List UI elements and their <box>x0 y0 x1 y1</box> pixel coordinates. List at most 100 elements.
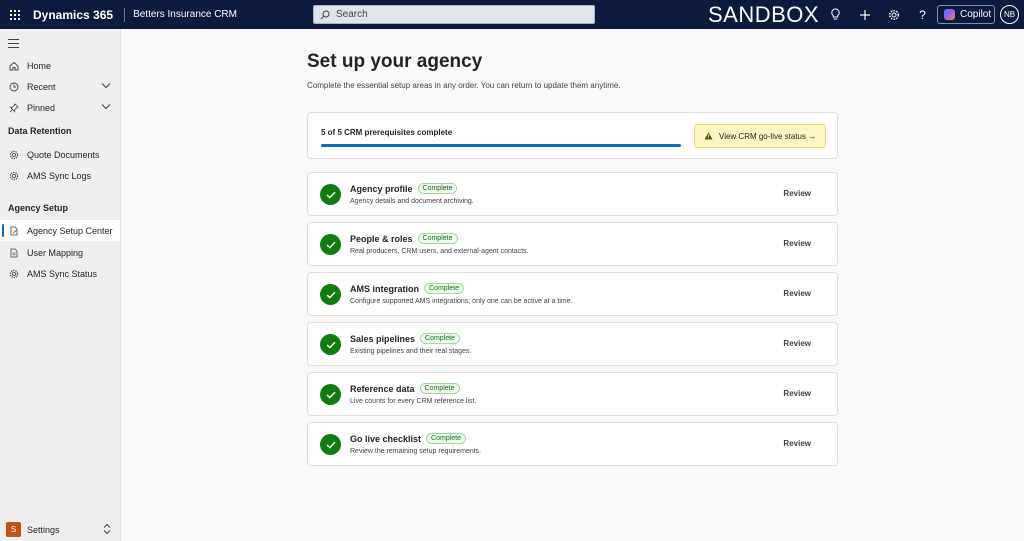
chevron-down-icon[interactable] <box>101 103 111 110</box>
status-badge: Complete <box>420 333 460 344</box>
step-title-row: AMS integration Complete <box>350 283 464 294</box>
environment-label: SANDBOX <box>708 2 820 27</box>
progress-bar-fill <box>321 144 681 147</box>
status-badge: Complete <box>417 183 458 194</box>
status-badge: Complete <box>426 433 467 444</box>
page-title: Set up your agency <box>307 51 483 72</box>
setup-step-card: Go live checklist Complete Review the rema… <box>307 422 838 466</box>
go-live-status-button[interactable]: View CRM go-live status → <box>694 124 826 148</box>
progress-bar <box>321 144 681 147</box>
step-title-row: Sales pipelines Complete <box>350 333 460 344</box>
step-description: Configure supported AMS integrations; on… <box>350 298 573 305</box>
setup-step-card: AMS integration Complete Configure support… <box>307 272 838 316</box>
setup-step-card: People & roles Complete Real producers, CR… <box>307 222 838 266</box>
step-description: Existing pipelines and their real stages… <box>350 348 472 355</box>
group-label-data-retention: Data Retention <box>8 126 72 136</box>
search-placeholder: Search <box>336 9 368 20</box>
status-badge: Complete <box>419 383 460 394</box>
sidebar-item-pinned[interactable]: Pinned <box>0 97 120 118</box>
area-switcher[interactable]: S Settings <box>0 518 120 541</box>
status-badge: Complete <box>424 283 464 294</box>
sidebar-item-label: AMS Sync Logs <box>27 170 92 181</box>
help-icon[interactable]: ? <box>914 6 931 23</box>
review-button[interactable]: Review <box>783 439 811 448</box>
sidebar-item-quote-documents[interactable]: Quote Documents <box>0 144 120 165</box>
gear-icon[interactable] <box>885 6 902 23</box>
step-description: Real producers, CRM users, and external-… <box>350 248 529 255</box>
setup-step-card: Reference data Complete Live counts for ev… <box>307 372 838 416</box>
user-avatar[interactable]: NB <box>1000 5 1019 24</box>
sidebar: Home Recent Pinned Data Retention Quote … <box>0 29 121 541</box>
document-edit-icon <box>8 225 19 236</box>
sidebar-item-user-mapping[interactable]: User Mapping <box>0 242 120 263</box>
sidebar-item-label: Recent <box>27 81 56 92</box>
document-icon <box>8 247 19 258</box>
clock-icon <box>8 81 19 92</box>
app-name[interactable]: Betters Insurance CRM <box>133 9 237 20</box>
step-title: Agency profile <box>350 183 413 194</box>
top-bar: Dynamics 365 Betters Insurance CRM Searc… <box>0 0 1024 29</box>
chevron-up-down-icon <box>103 523 111 535</box>
area-badge: S <box>6 522 21 537</box>
progress-text: 5 of 5 CRM prerequisites complete <box>321 128 453 137</box>
sidebar-item-label: Agency Setup Center <box>27 225 113 236</box>
sidebar-item-recent[interactable]: Recent <box>0 76 120 97</box>
chevron-down-icon[interactable] <box>101 82 111 89</box>
area-label: Settings <box>27 524 60 535</box>
review-button[interactable]: Review <box>783 189 811 198</box>
go-live-label: View CRM go-live status → <box>719 131 817 141</box>
setup-step-card: Agency profile Complete Agency details and… <box>307 172 838 216</box>
step-title: Sales pipelines <box>350 333 416 344</box>
step-description: Live counts for every CRM reference list… <box>350 398 477 405</box>
warning-icon <box>704 132 713 140</box>
product-name[interactable]: Dynamics 365 <box>33 8 113 22</box>
review-button[interactable]: Review <box>783 289 811 298</box>
review-button[interactable]: Review <box>783 339 811 348</box>
pin-icon <box>8 102 19 113</box>
header-divider <box>124 7 126 22</box>
waffle-icon <box>9 9 20 20</box>
plus-icon[interactable] <box>856 6 873 23</box>
gear-icon <box>8 268 19 279</box>
checkmark-icon <box>320 184 341 205</box>
checkmark-icon <box>320 234 341 255</box>
checkmark-icon <box>320 334 341 355</box>
sidebar-item-agency-setup-center[interactable]: Agency Setup Center <box>0 220 120 241</box>
step-title-row: Go live checklist Complete <box>350 433 467 444</box>
step-title: Go live checklist <box>350 433 422 444</box>
group-label-agency-setup: Agency Setup <box>8 203 69 213</box>
checkmark-icon <box>320 434 341 455</box>
sidebar-item-label: Pinned <box>27 102 56 113</box>
review-button[interactable]: Review <box>783 239 811 248</box>
setup-step-card: Sales pipelines Complete Existing pipeline… <box>307 322 838 366</box>
step-title-row: Agency profile Complete <box>350 183 458 194</box>
app-launcher-button[interactable] <box>0 0 29 29</box>
home-icon <box>8 60 19 71</box>
copilot-label: Copilot <box>960 9 992 20</box>
step-title: AMS integration <box>350 283 419 294</box>
sidebar-item-label: Home <box>27 60 52 71</box>
sidebar-item-ams-sync-status[interactable]: AMS Sync Status <box>0 263 120 284</box>
search-box[interactable]: Search <box>313 5 595 24</box>
sidebar-item-label: Quote Documents <box>27 149 100 160</box>
step-description: Agency details and document archiving. <box>350 198 474 205</box>
gear-icon <box>8 149 19 160</box>
step-title-row: People & roles Complete <box>350 233 458 244</box>
main-content: Set up your agency Complete the essentia… <box>121 29 1024 541</box>
sidebar-item-label: User Mapping <box>27 247 84 258</box>
sidebar-item-ams-sync-logs[interactable]: AMS Sync Logs <box>0 165 120 186</box>
review-button[interactable]: Review <box>783 389 811 398</box>
step-title-row: Reference data Complete <box>350 383 460 394</box>
checkmark-icon <box>320 284 341 305</box>
gear-icon <box>8 170 19 181</box>
progress-card: 5 of 5 CRM prerequisites complete View C… <box>307 112 838 159</box>
hamburger-menu-icon[interactable] <box>8 39 19 51</box>
sidebar-item-home[interactable]: Home <box>0 55 120 76</box>
status-badge: Complete <box>417 233 458 244</box>
copilot-button[interactable]: Copilot <box>937 5 995 24</box>
page-subtitle: Complete the essential setup areas in an… <box>307 81 621 90</box>
copilot-icon <box>944 9 955 20</box>
lightbulb-icon[interactable] <box>827 6 844 23</box>
step-description: Review the remaining setup requirements. <box>350 448 482 455</box>
step-title: Reference data <box>350 383 415 394</box>
